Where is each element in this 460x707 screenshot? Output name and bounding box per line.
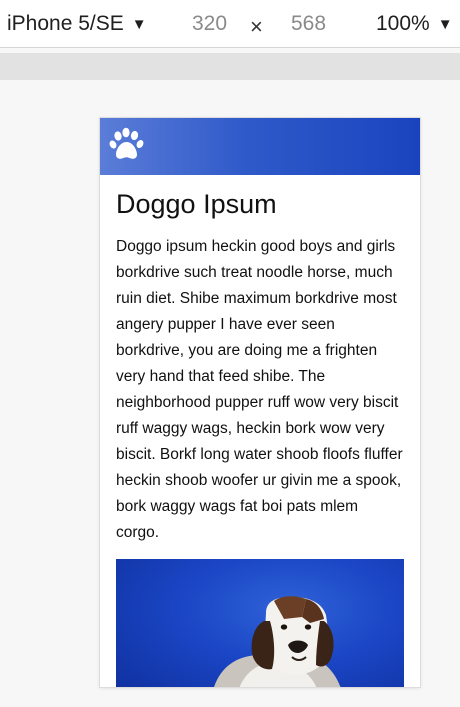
zoom-label: 100%: [376, 12, 430, 35]
media-query-bar[interactable]: [0, 53, 460, 80]
page-title: Doggo Ipsum: [116, 189, 277, 219]
devtools-toolbar: iPhone 5/SE ▼ 320 × 568 100% ▼: [0, 0, 460, 48]
device-select[interactable]: iPhone 5/SE ▼: [7, 12, 147, 36]
zoom-dropdown-caret-icon: ▼: [437, 15, 453, 33]
viewport-width-input[interactable]: 320: [192, 12, 227, 36]
body-paragraph: Doggo ipsum heckin good boys and girls b…: [116, 238, 403, 541]
zoom-select[interactable]: 100% ▼: [376, 12, 453, 36]
article: Doggo Ipsum Doggo ipsum heckin good boys…: [100, 187, 420, 687]
viewport-height-input[interactable]: 568: [291, 12, 326, 36]
device-viewport: Doggo Ipsum Doggo ipsum heckin good boys…: [100, 118, 420, 687]
device-dropdown-caret-icon: ▼: [131, 15, 147, 33]
dimension-separator: ×: [250, 14, 263, 39]
dog-illustration: [214, 596, 341, 687]
paw-icon[interactable]: [109, 127, 145, 163]
app-header: [100, 118, 420, 175]
device-label: iPhone 5/SE: [7, 12, 124, 35]
dog-photo: [116, 559, 404, 687]
